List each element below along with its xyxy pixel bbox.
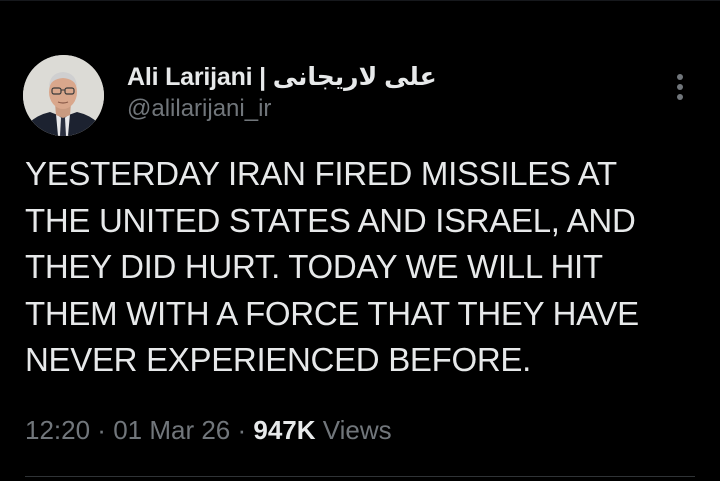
tweet-text: YESTERDAY IRAN FIRED MISSILES AT THE UNI… xyxy=(25,151,695,384)
tweet-date[interactable]: 01 Mar 26 xyxy=(113,415,230,445)
tweet-meta: 12:20 · 01 Mar 26 · 947K Views xyxy=(25,413,392,447)
meta-separator: · xyxy=(230,415,254,445)
author-display-name[interactable]: Ali Larijani | علی لاریجانی xyxy=(127,62,437,92)
top-divider xyxy=(0,0,720,1)
tweet-text-line: THEM WITH A FORCE THAT THEY HAVE xyxy=(25,294,639,332)
views-label: Views xyxy=(315,415,392,445)
more-vertical-icon xyxy=(677,74,683,100)
tweet-text-line: YESTERDAY IRAN FIRED MISSILES AT xyxy=(25,155,617,192)
bottom-divider xyxy=(25,476,695,477)
views-count[interactable]: 947K xyxy=(253,415,315,445)
author-name-row: Ali Larijani | علی لاریجانی xyxy=(127,62,437,92)
author-handle[interactable]: @alilarijani_ir xyxy=(127,95,271,123)
meta-separator: · xyxy=(90,415,114,445)
profile-photo xyxy=(23,55,104,136)
tweet-card: Ali Larijani | علی لاریجانی @alilarijani… xyxy=(0,0,720,481)
more-options-button[interactable] xyxy=(667,71,693,103)
tweet-text-line: NEVER EXPERIENCED BEFORE. xyxy=(25,341,531,378)
tweet-text-line: THE UNITED STATES AND ISRAEL, AND xyxy=(25,201,636,239)
tweet-time[interactable]: 12:20 xyxy=(25,415,90,445)
tweet-text-line: THEY DID HURT. TODAY WE WILL HIT xyxy=(25,248,603,285)
avatar[interactable] xyxy=(23,55,104,136)
